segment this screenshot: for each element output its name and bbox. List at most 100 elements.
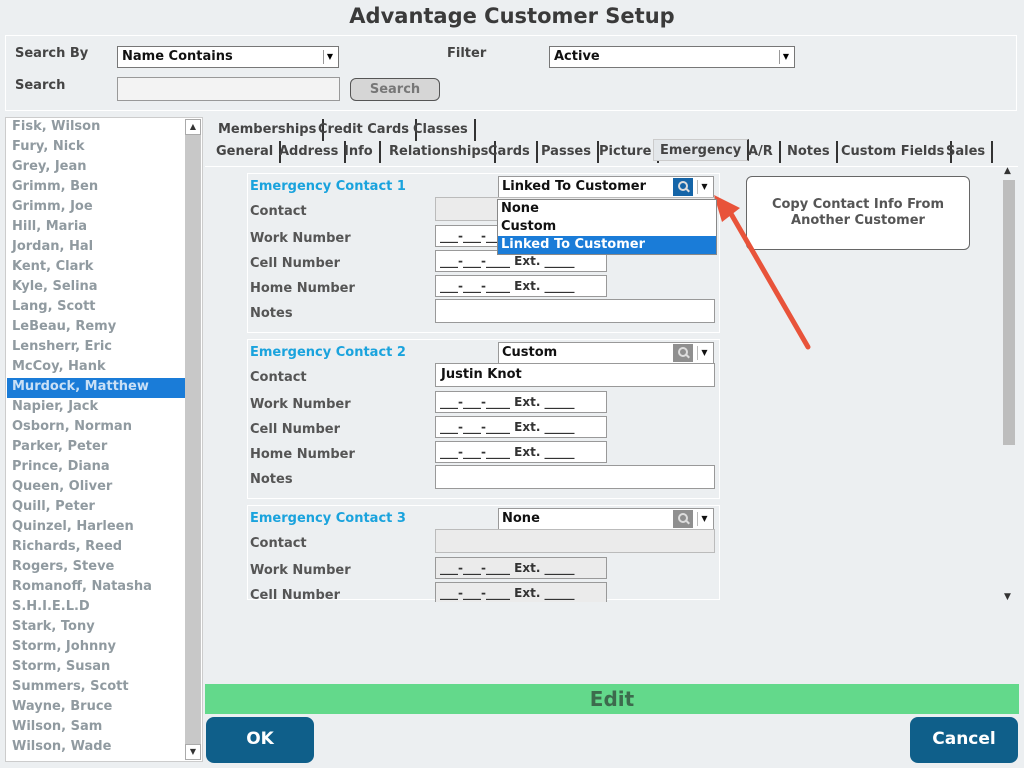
scroll-down-icon[interactable]: ▼ xyxy=(1004,592,1011,602)
list-item[interactable]: Hill, Maria xyxy=(7,218,187,238)
list-item[interactable]: Rogers, Steve xyxy=(7,558,187,578)
list-item[interactable]: Lang, Scott xyxy=(7,298,187,318)
contact-type-select[interactable]: None ▼ xyxy=(498,508,714,530)
list-item[interactable]: Napier, Jack xyxy=(7,398,187,418)
notes-input[interactable] xyxy=(435,465,715,489)
list-item[interactable]: Fury, Nick xyxy=(7,138,187,158)
tab-notes[interactable]: Notes xyxy=(781,141,838,163)
tab-sales[interactable]: Sales xyxy=(940,141,994,163)
list-item[interactable]: McCoy, Hank xyxy=(7,358,187,378)
chevron-down-icon: ▼ xyxy=(779,50,792,64)
search-icon[interactable] xyxy=(673,178,693,196)
filter-label: Filter xyxy=(447,46,487,61)
list-item[interactable]: Storm, Johnny xyxy=(7,638,187,658)
home-label: Home Number xyxy=(250,281,355,296)
dropdown-option[interactable]: None xyxy=(498,200,716,218)
scroll-down-icon[interactable]: ▼ xyxy=(185,744,201,760)
list-item[interactable]: Grey, Jean xyxy=(7,158,187,178)
list-scrollbar[interactable]: ▲ ▼ xyxy=(185,119,201,760)
contact-label: Contact xyxy=(250,370,307,385)
edit-mode-bar: Edit xyxy=(205,684,1019,714)
search-by-select[interactable]: Name Contains ▼ xyxy=(117,46,339,68)
list-item[interactable]: Storm, Susan xyxy=(7,658,187,678)
contact-input xyxy=(435,529,715,553)
tab-custom-fields[interactable]: Custom Fields xyxy=(835,141,953,163)
annotation-arrow-icon xyxy=(714,195,811,350)
notes-input[interactable] xyxy=(435,299,715,323)
contact-type-select[interactable]: Custom ▼ xyxy=(498,342,714,364)
cell-label: Cell Number xyxy=(250,422,341,437)
search-icon[interactable] xyxy=(673,344,693,362)
scroll-thumb[interactable] xyxy=(1003,180,1015,445)
list-item[interactable]: Fisk, Wilson xyxy=(7,118,187,138)
list-item[interactable]: Jordan, Hal xyxy=(7,238,187,258)
tab-cards[interactable]: Cards xyxy=(482,141,538,163)
scroll-up-icon[interactable]: ▲ xyxy=(1004,166,1011,176)
tab-emergency[interactable]: Emergency xyxy=(653,139,750,161)
tab-picture[interactable]: Picture xyxy=(593,141,660,163)
work-number-input[interactable]: ___-___-____ Ext. _____ xyxy=(435,391,607,413)
work-label: Work Number xyxy=(250,563,351,578)
tab-relationships[interactable]: Relationships xyxy=(383,141,497,163)
cell-number-input[interactable]: ___-___-____ Ext. _____ xyxy=(435,416,607,438)
list-item[interactable]: Prince, Diana xyxy=(7,458,187,478)
list-item[interactable]: Kent, Clark xyxy=(7,258,187,278)
cell-label: Cell Number xyxy=(250,588,341,602)
home-number-input[interactable]: ___-___-____ Ext. _____ xyxy=(435,275,607,297)
contact-type-value: Linked To Customer xyxy=(502,179,646,194)
list-item[interactable]: LeBeau, Remy xyxy=(7,318,187,338)
list-item[interactable]: Wilson, Sam xyxy=(7,718,187,738)
search-label: Search xyxy=(15,78,66,93)
scroll-up-icon[interactable]: ▲ xyxy=(185,119,201,135)
list-item[interactable]: Stark, Tony xyxy=(7,618,187,638)
contact-type-dropdown-list[interactable]: None Custom Linked To Customer xyxy=(497,199,717,255)
list-item[interactable]: Kyle, Selina xyxy=(7,278,187,298)
list-item[interactable]: Wayne, Bruce xyxy=(7,698,187,718)
list-item[interactable]: Richards, Reed xyxy=(7,538,187,558)
contact-input[interactable]: Justin Knot xyxy=(435,363,715,387)
list-item[interactable]: Summers, Scott xyxy=(7,678,187,698)
contact-type-select[interactable]: Linked To Customer ▼ xyxy=(498,176,714,198)
filter-value: Active xyxy=(554,49,600,64)
work-label: Work Number xyxy=(250,397,351,412)
ok-button[interactable]: OK xyxy=(206,717,314,763)
content-scrollbar[interactable]: ▲ ▼ xyxy=(1001,166,1017,602)
home-label: Home Number xyxy=(250,447,355,462)
tab-credit-cards[interactable]: Credit Cards xyxy=(312,119,418,141)
contact-type-value: None xyxy=(502,511,540,526)
cell-label: Cell Number xyxy=(250,256,341,271)
list-item[interactable]: S.H.I.E.L.D xyxy=(7,598,187,618)
tab-classes[interactable]: Classes xyxy=(407,119,476,141)
notes-label: Notes xyxy=(250,306,293,321)
contact-type-value: Custom xyxy=(502,345,558,360)
list-item[interactable]: Murdock, Matthew xyxy=(7,378,187,398)
work-number-input[interactable]: ___-___-____ Ext. _____ xyxy=(435,557,607,579)
home-number-input[interactable]: ___-___-____ Ext. _____ xyxy=(435,441,607,463)
list-item[interactable]: Quinzel, Harleen xyxy=(7,518,187,538)
filter-select[interactable]: Active ▼ xyxy=(549,46,795,68)
list-item[interactable]: Queen, Oliver xyxy=(7,478,187,498)
emergency-contact-title: Emergency Contact 1 xyxy=(250,179,406,194)
list-item[interactable]: Lensherr, Eric xyxy=(7,338,187,358)
cell-number-input[interactable]: ___-___-____ Ext. _____ xyxy=(435,582,607,602)
dropdown-option[interactable]: Custom xyxy=(498,218,716,236)
list-item[interactable]: Quill, Peter xyxy=(7,498,187,518)
tab-info[interactable]: Info xyxy=(338,141,381,163)
list-item[interactable]: Osborn, Norman xyxy=(7,418,187,438)
tab-general[interactable]: General xyxy=(210,141,282,163)
cancel-button[interactable]: Cancel xyxy=(910,717,1018,763)
list-item[interactable]: Grimm, Ben xyxy=(7,178,187,198)
tab-memberships[interactable]: Memberships xyxy=(212,119,325,141)
tab-address[interactable]: Address xyxy=(273,141,347,163)
dropdown-option[interactable]: Linked To Customer xyxy=(498,236,716,254)
list-item[interactable]: Romanoff, Natasha xyxy=(7,578,187,598)
tab-passes[interactable]: Passes xyxy=(535,141,599,163)
emergency-contact-group: Emergency Contact 3 None ▼ Contact Work Numb… xyxy=(247,505,720,602)
search-input[interactable] xyxy=(117,77,340,101)
list-item[interactable]: Grimm, Joe xyxy=(7,198,187,218)
list-item[interactable]: Wilson, Wade xyxy=(7,738,187,758)
tab-a-r[interactable]: A/R xyxy=(742,141,781,163)
list-item[interactable]: Parker, Peter xyxy=(7,438,187,458)
search-button[interactable]: Search xyxy=(350,78,440,101)
search-icon[interactable] xyxy=(673,510,693,528)
